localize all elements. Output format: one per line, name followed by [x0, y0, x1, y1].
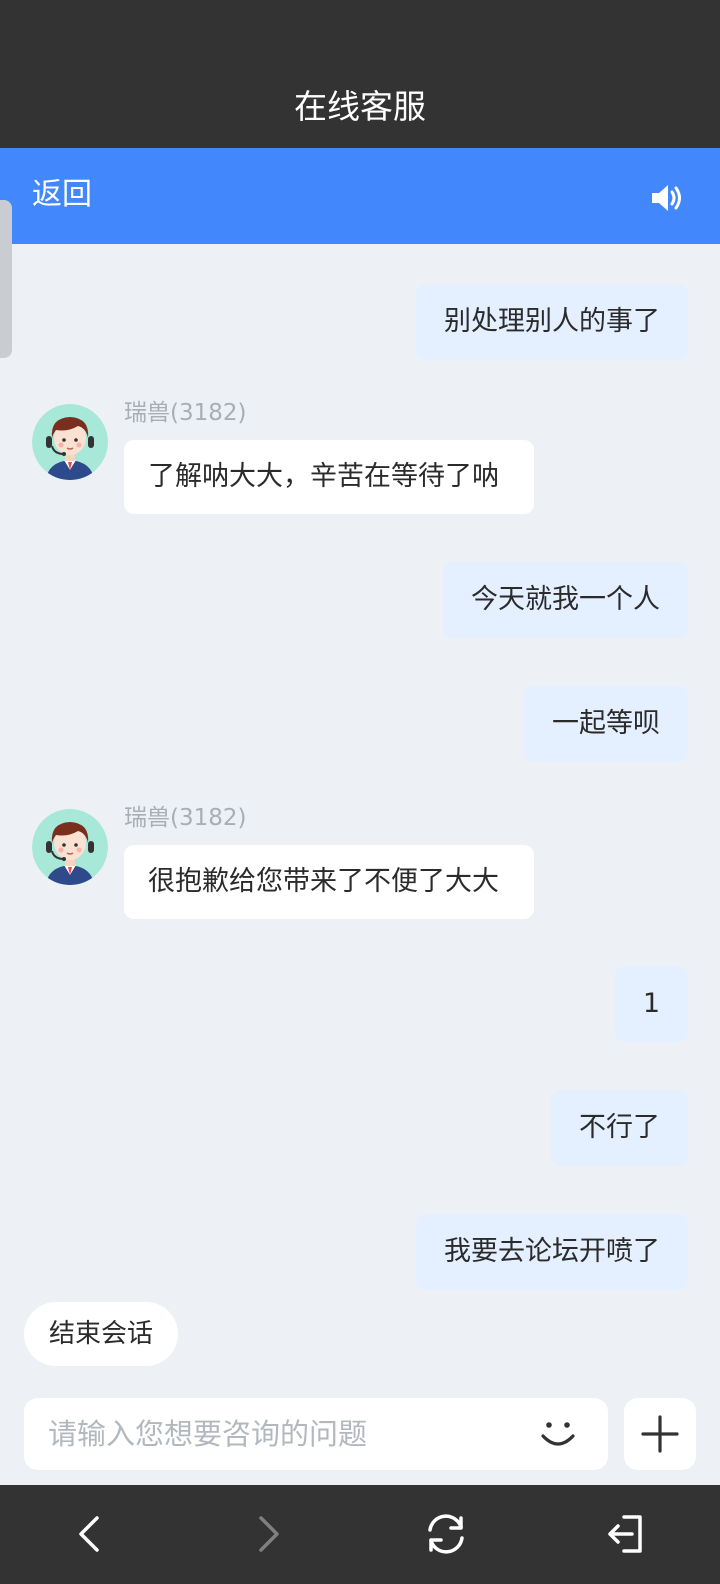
exit-icon[interactable]	[604, 1510, 652, 1558]
app-header: 在线客服	[0, 0, 720, 148]
user-message: 1	[614, 966, 688, 1042]
back-button[interactable]: 返回	[32, 173, 92, 217]
agent-avatar	[32, 809, 108, 885]
browser-toolbar	[0, 1485, 720, 1584]
chat-messages: 别处理别人的事了 瑞兽(3182) 了解呐大大，辛苦在等待了呐 今天就我一个人 …	[0, 244, 720, 1404]
forward-arrow-icon[interactable]	[244, 1510, 292, 1558]
user-message: 不行了	[551, 1090, 688, 1166]
agent-name: 瑞兽(3182)	[124, 805, 247, 831]
add-attachment-button[interactable]	[624, 1398, 696, 1470]
end-session-button[interactable]: 结束会话	[24, 1302, 179, 1366]
agent-name: 瑞兽(3182)	[124, 400, 247, 426]
user-message: 今天就我一个人	[443, 562, 688, 638]
back-arrow-icon[interactable]	[66, 1510, 114, 1558]
nav-bar: 返回	[0, 148, 720, 244]
user-message: 一起等呗	[524, 686, 688, 762]
user-message: 我要去论坛开喷了	[416, 1214, 688, 1290]
message-composer	[24, 1398, 608, 1470]
plus-icon	[641, 1415, 679, 1453]
smile-icon[interactable]	[538, 1414, 578, 1454]
page-title: 在线客服	[294, 87, 426, 126]
user-message: 别处理别人的事了	[416, 284, 688, 360]
speaker-icon[interactable]	[648, 180, 684, 216]
message-input[interactable]	[48, 1398, 518, 1470]
agent-message: 很抱歉给您带来了不便了大大	[124, 845, 534, 919]
agent-avatar	[32, 404, 108, 480]
refresh-icon[interactable]	[422, 1510, 470, 1558]
agent-message: 了解呐大大，辛苦在等待了呐	[124, 440, 534, 514]
